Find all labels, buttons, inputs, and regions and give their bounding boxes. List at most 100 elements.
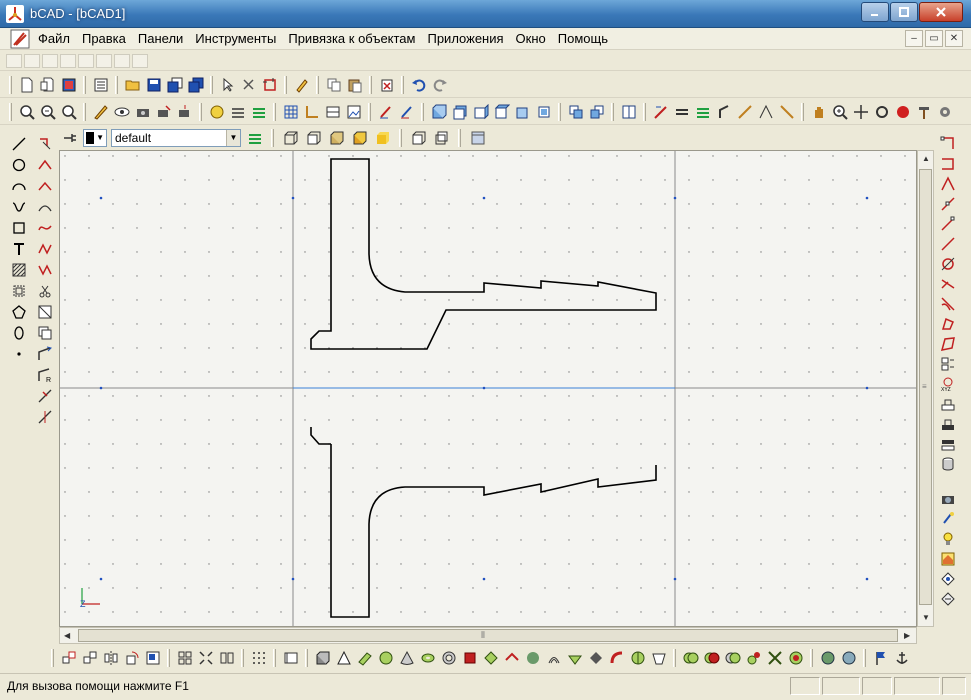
cut-selection-button[interactable]: [239, 75, 258, 94]
camera-rotate-button[interactable]: [154, 102, 173, 121]
view-top-button[interactable]: [513, 102, 532, 121]
dim-text-button[interactable]: [756, 102, 775, 121]
workplane-2-button[interactable]: [939, 414, 958, 433]
arc-tool[interactable]: [10, 176, 29, 195]
section-flip-button[interactable]: [432, 128, 451, 147]
snap-intersection-button[interactable]: [939, 174, 958, 193]
layers-manager-button[interactable]: [249, 102, 268, 121]
spline-tool[interactable]: [10, 197, 29, 216]
print-preview-button[interactable]: [59, 75, 78, 94]
dim-linear-button[interactable]: [651, 102, 670, 121]
doc-close-button[interactable]: ✕: [945, 30, 963, 47]
line-tool[interactable]: [10, 134, 29, 153]
move-view-button[interactable]: [851, 102, 870, 121]
horizontal-scroll-thumb[interactable]: ⦀: [78, 629, 898, 642]
toolbar-grip[interactable]: [421, 102, 424, 121]
workplane-3-button[interactable]: [939, 434, 958, 453]
render-settings-button[interactable]: [939, 589, 958, 608]
undo-button[interactable]: [409, 75, 428, 94]
layer-props-button[interactable]: [245, 128, 264, 147]
background-button[interactable]: [468, 128, 487, 147]
image-button[interactable]: [344, 102, 363, 121]
extend-tool[interactable]: [36, 344, 55, 363]
menu-object-snap[interactable]: Привязка к объектам: [288, 31, 415, 46]
spiral-button[interactable]: [544, 648, 563, 667]
close-button[interactable]: [919, 2, 963, 22]
scroll-down-icon[interactable]: ▼: [922, 613, 930, 622]
draw-brush-button[interactable]: [397, 102, 416, 121]
slice-button[interactable]: [628, 648, 647, 667]
view-eye-button[interactable]: [112, 102, 131, 121]
zoom-all-button[interactable]: [59, 102, 78, 121]
drawing-svg[interactable]: Z: [60, 151, 917, 627]
minimize-button[interactable]: [861, 2, 889, 22]
hidden-lines-button[interactable]: [304, 128, 323, 147]
stop-button[interactable]: [893, 102, 912, 121]
toolbar-grip[interactable]: [611, 102, 614, 121]
menu-file[interactable]: Файл: [38, 31, 70, 46]
text-tool[interactable]: [10, 239, 29, 258]
sweep-button[interactable]: [523, 648, 542, 667]
hammer-button[interactable]: [914, 102, 933, 121]
snap-center-button[interactable]: [939, 254, 958, 273]
mirror-3d-button[interactable]: [101, 648, 120, 667]
solid-button[interactable]: [373, 128, 392, 147]
vertical-scrollbar[interactable]: ▲ ≡ ▼: [917, 150, 934, 627]
scene-button[interactable]: [939, 549, 958, 568]
trash-button[interactable]: [377, 75, 396, 94]
view-left-button[interactable]: [471, 102, 490, 121]
layer-combobox[interactable]: default ▼: [111, 128, 241, 147]
color-selector[interactable]: ▼: [83, 128, 107, 147]
line-type-button[interactable]: [228, 102, 247, 121]
boolean-union-button[interactable]: [681, 648, 700, 667]
document-icon[interactable]: [10, 29, 30, 49]
snap-polygon-button[interactable]: [939, 334, 958, 353]
toolbar-grip[interactable]: [643, 102, 646, 121]
dim-diameter-button[interactable]: [735, 102, 754, 121]
doc-minimize-button[interactable]: ‒: [905, 30, 923, 47]
point-tool[interactable]: [10, 344, 29, 363]
snap-grid-button[interactable]: [323, 102, 342, 121]
snap-node-button[interactable]: [939, 294, 958, 313]
scroll-right-icon[interactable]: ▶: [904, 631, 910, 640]
menu-tools[interactable]: Инструменты: [195, 31, 276, 46]
menu-panels[interactable]: Панели: [138, 31, 183, 46]
dim-angle-button[interactable]: [693, 102, 712, 121]
toolbar-grip[interactable]: [284, 75, 287, 94]
render-camera-button[interactable]: [939, 489, 958, 508]
toolbar-grip[interactable]: [273, 102, 276, 121]
anchor-button[interactable]: [892, 648, 911, 667]
boolean-split-button[interactable]: [744, 648, 763, 667]
toolbar-grip[interactable]: [83, 102, 86, 121]
wedge-button[interactable]: [334, 648, 353, 667]
copy-3d-button[interactable]: [80, 648, 99, 667]
maximize-button[interactable]: [890, 2, 918, 22]
toolbar-grip[interactable]: [316, 75, 319, 94]
save-button[interactable]: [144, 75, 163, 94]
dim-radius-button[interactable]: [714, 102, 733, 121]
toolbar-grip[interactable]: [458, 128, 461, 147]
toolbar-grip[interactable]: [9, 102, 12, 121]
rotate-3d-button[interactable]: [122, 648, 141, 667]
sphere-button[interactable]: [376, 648, 395, 667]
material-button[interactable]: [939, 569, 958, 588]
rectangle-tool[interactable]: [10, 218, 29, 237]
view-front-button[interactable]: [429, 102, 448, 121]
dim-aligned-button[interactable]: [672, 102, 691, 121]
ring-button[interactable]: [439, 648, 458, 667]
array-3d-button[interactable]: [175, 648, 194, 667]
crop-button[interactable]: [260, 75, 279, 94]
block-tool[interactable]: [10, 281, 29, 300]
snap-settings-button[interactable]: [939, 354, 958, 373]
grid-button[interactable]: [281, 102, 300, 121]
toolbar-grip[interactable]: [167, 648, 170, 667]
light-bulb-button[interactable]: [939, 529, 958, 548]
toolbar-grip[interactable]: [210, 75, 213, 94]
new-window-button[interactable]: [38, 75, 57, 94]
save-all-button[interactable]: [186, 75, 205, 94]
copy-tool[interactable]: [36, 323, 55, 342]
toolbar-grip[interactable]: [241, 648, 244, 667]
bcad-app-icon[interactable]: [6, 5, 24, 23]
spotlight-button[interactable]: [939, 509, 958, 528]
fillet-r-tool[interactable]: R: [36, 365, 55, 384]
